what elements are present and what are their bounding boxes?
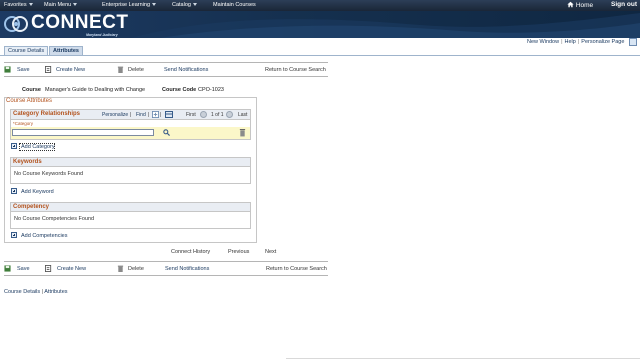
nav-favorites[interactable]: Favorites xyxy=(4,2,33,8)
footer-links: Course Details | Attributes xyxy=(4,289,68,295)
brand-title: CONNECT xyxy=(31,12,129,33)
top-nav-bar: Favorites Main Menu Enterprise Learning … xyxy=(0,0,640,11)
competency-header: Competency xyxy=(11,203,250,212)
add-keyword-icon[interactable] xyxy=(11,188,17,194)
next-row-icon[interactable] xyxy=(226,111,233,118)
category-row xyxy=(11,127,250,139)
save-button[interactable]: Save xyxy=(17,67,30,73)
competency-title: Competency xyxy=(13,204,50,210)
chevron-down-icon xyxy=(152,3,157,7)
return-to-course-search-button[interactable]: Return to Course Search xyxy=(265,67,326,73)
course-label: Course xyxy=(22,87,41,93)
toolbar-bottom: Save Create New Delete Send Notification… xyxy=(4,261,328,276)
separator: | xyxy=(577,39,580,45)
nav-catalog-label: Catalog xyxy=(172,2,191,8)
home-icon xyxy=(567,1,574,8)
personalize-link[interactable]: Personalize xyxy=(102,112,128,118)
footer-course-details-link[interactable]: Course Details xyxy=(4,289,40,295)
separator: | xyxy=(130,112,132,118)
previous-row-icon[interactable] xyxy=(200,111,207,118)
course-attributes-title: Course Attributes xyxy=(6,98,53,104)
category-relationships-grid: Category Relationships Personalize | Fin… xyxy=(10,109,251,140)
nav-enterprise-learning-label: Enterprise Learning xyxy=(102,2,151,8)
home-label: Home xyxy=(575,2,594,9)
nav-enterprise-learning[interactable]: Enterprise Learning xyxy=(102,2,157,8)
course-code-label: Course Code xyxy=(162,87,197,93)
category-input[interactable] xyxy=(12,129,154,136)
last-link[interactable]: Last xyxy=(238,112,247,118)
nav-main-menu-label: Main Menu xyxy=(44,2,72,8)
create-new-icon[interactable] xyxy=(45,265,52,272)
return-to-course-search-button[interactable]: Return to Course Search xyxy=(266,266,327,272)
separator: | xyxy=(160,112,162,118)
trash-icon[interactable] xyxy=(117,265,124,272)
new-window-link[interactable]: New Window xyxy=(527,39,559,45)
create-new-button[interactable]: Create New xyxy=(57,266,86,272)
keywords-grid: Keywords No Course Keywords Found xyxy=(10,157,251,184)
toolbar-top: Save Create New Delete Send Notification… xyxy=(4,62,328,77)
keywords-empty-text: No Course Keywords Found xyxy=(14,171,84,177)
save-button[interactable]: Save xyxy=(17,266,30,272)
trash-icon[interactable] xyxy=(117,66,124,73)
add-keyword-link[interactable]: Add Keyword xyxy=(21,189,54,195)
save-icon[interactable] xyxy=(4,66,11,73)
home-link[interactable]: Home xyxy=(567,1,593,9)
nav-main-menu[interactable]: Main Menu xyxy=(44,2,78,8)
add-competencies-link[interactable]: Add Competencies xyxy=(21,233,67,239)
keywords-title: Keywords xyxy=(13,159,42,165)
competency-empty-text: No Course Competencies Found xyxy=(14,216,95,222)
chevron-down-icon xyxy=(192,3,197,7)
row-count-text: 1 of 1 xyxy=(211,112,224,118)
category-grid-header: Category Relationships Personalize | Fin… xyxy=(11,110,250,120)
nav-maintain-courses[interactable]: Maintain Courses xyxy=(213,2,256,8)
delete-button[interactable]: Delete xyxy=(128,67,144,73)
send-notifications-button[interactable]: Send Notifications xyxy=(165,266,209,272)
chevron-down-icon xyxy=(28,3,33,7)
download-grid-icon[interactable] xyxy=(165,111,173,118)
nav-favorites-label: Favorites xyxy=(4,2,27,8)
separator: | xyxy=(148,112,150,118)
send-notifications-button[interactable]: Send Notifications xyxy=(164,67,208,73)
category-grid-title: Category Relationships xyxy=(13,111,81,117)
brand-banner: CONNECT Maryland Judiciary xyxy=(0,11,640,38)
personalize-page-link[interactable]: Personalize Page xyxy=(581,39,624,45)
keywords-header: Keywords xyxy=(11,158,250,167)
add-category-icon[interactable] xyxy=(11,143,17,149)
next-link[interactable]: Next xyxy=(265,249,276,255)
brand-subtitle: Maryland Judiciary xyxy=(86,33,118,37)
separator: | xyxy=(561,39,563,45)
category-column-header: *Category xyxy=(13,121,34,126)
chevron-down-icon xyxy=(73,3,78,7)
bottom-divider xyxy=(286,358,640,359)
add-competencies-icon[interactable] xyxy=(11,232,17,238)
find-link[interactable]: Find xyxy=(136,112,146,118)
lookup-search-icon[interactable] xyxy=(163,129,170,136)
sign-out-link[interactable]: Sign out xyxy=(611,1,637,8)
tab-divider xyxy=(0,55,640,56)
create-new-button[interactable]: Create New xyxy=(56,67,85,73)
previous-link[interactable]: Previous xyxy=(228,249,249,255)
save-icon[interactable] xyxy=(4,265,11,272)
first-link[interactable]: First xyxy=(186,112,196,118)
view-all-icon[interactable] xyxy=(152,111,159,118)
delete-button[interactable]: Delete xyxy=(128,266,144,272)
connect-history-link[interactable]: Connect History xyxy=(171,249,210,255)
add-category-link[interactable]: Add Category xyxy=(21,144,55,150)
app-window: { "nav": { "items": ["Favorites", "Main … xyxy=(0,0,640,360)
create-new-icon[interactable] xyxy=(45,66,52,73)
course-name-value: Manager's Guide to Dealing with Change xyxy=(45,87,146,93)
footer-attributes-link[interactable]: Attributes xyxy=(44,289,67,295)
utility-links: New Window | Help | Personalize Page xyxy=(527,39,624,45)
nav-catalog[interactable]: Catalog xyxy=(172,2,197,8)
page-options-icon[interactable] xyxy=(629,38,637,46)
connect-logo-icon xyxy=(4,16,28,32)
course-code-value: CPO-1023 xyxy=(198,87,224,93)
delete-row-icon[interactable] xyxy=(239,128,246,137)
competency-grid: Competency No Course Competencies Found xyxy=(10,202,251,229)
help-link[interactable]: Help xyxy=(565,39,576,45)
